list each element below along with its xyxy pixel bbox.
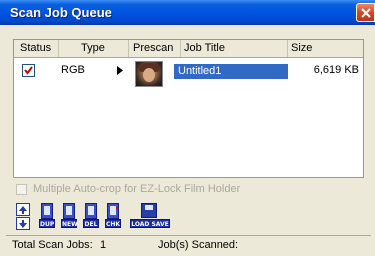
close-icon — [361, 8, 371, 18]
scan-job-queue-window: Scan Job Queue Status Type Prescan Job T… — [0, 0, 375, 256]
move-down-icon — [19, 220, 27, 228]
auto-crop-label: Multiple Auto-crop for EZ-Lock Film Hold… — [33, 183, 241, 195]
status-bar: Total Scan Jobs: 1 Job(s) Scanned: — [6, 235, 371, 252]
duplicate-label: DUP — [39, 219, 55, 228]
load-save-button[interactable]: LOAD SAVE — [130, 203, 170, 229]
floppy-disk-icon — [141, 203, 157, 218]
reorder-buttons — [16, 203, 30, 230]
job-title-field[interactable]: Untitled1 — [174, 64, 288, 79]
delete-button[interactable]: DEL — [83, 203, 99, 229]
new-icon — [63, 203, 75, 219]
jobs-scanned-label: Job(s) Scanned: — [158, 239, 239, 251]
duplicate-icon — [41, 203, 53, 219]
check-button[interactable]: CHK — [105, 203, 121, 229]
title-bar[interactable]: Scan Job Queue — [0, 0, 375, 25]
list-header: Status Type Prescan Job Title Size — [14, 40, 363, 58]
auto-crop-checkbox — [16, 184, 27, 195]
row-type: RGB — [61, 64, 85, 76]
move-up-icon — [19, 206, 27, 214]
check-label: CHK — [105, 219, 121, 228]
table-row[interactable]: RGB Untitled1 6,619 KB — [14, 61, 363, 87]
new-button[interactable]: NEW — [61, 203, 78, 229]
column-header-status[interactable]: Status — [14, 40, 59, 57]
total-jobs-value: 1 — [100, 239, 107, 251]
row-size: 6,619 KB — [313, 64, 359, 76]
close-button[interactable] — [356, 3, 375, 22]
column-header-job-title[interactable]: Job Title — [181, 40, 288, 57]
check-icon — [107, 203, 119, 219]
expand-arrow-icon[interactable] — [117, 66, 123, 75]
column-header-prescan[interactable]: Prescan — [129, 40, 181, 57]
window-title: Scan Job Queue — [10, 5, 112, 20]
move-up-button[interactable] — [16, 203, 30, 216]
delete-label: DEL — [83, 219, 99, 228]
column-header-size[interactable]: Size — [288, 40, 363, 57]
check-mark-icon — [109, 206, 118, 215]
job-list[interactable]: Status Type Prescan Job Title Size RGB U… — [13, 39, 364, 178]
column-header-type[interactable]: Type — [59, 40, 129, 57]
delete-icon — [85, 203, 97, 219]
status-checkbox[interactable] — [22, 64, 35, 77]
checkmark-icon — [24, 66, 33, 75]
duplicate-button[interactable]: DUP — [39, 203, 55, 229]
load-save-label: LOAD SAVE — [130, 219, 170, 228]
thumbnail-face — [143, 68, 155, 82]
move-down-button[interactable] — [16, 217, 30, 230]
total-jobs-label: Total Scan Jobs: — [12, 239, 93, 251]
prescan-thumbnail[interactable] — [135, 61, 163, 87]
new-label: NEW — [61, 219, 78, 228]
